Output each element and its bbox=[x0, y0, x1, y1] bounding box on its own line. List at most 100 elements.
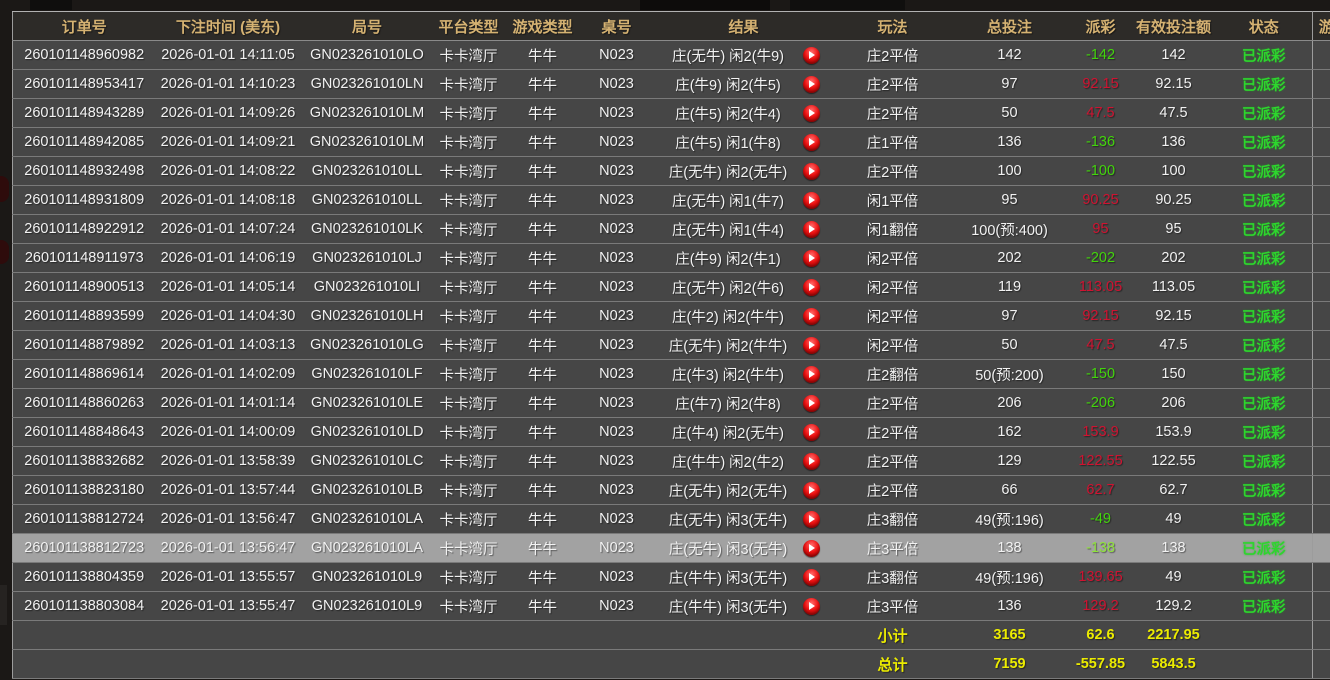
summary-spacer-cell bbox=[13, 650, 836, 679]
table-no-cell: N023 bbox=[582, 41, 652, 70]
round-id-cell: GN023261010LA bbox=[301, 534, 434, 563]
table-row[interactable]: 260101138812724 2026-01-01 13:56:47 GN02… bbox=[13, 505, 1330, 534]
round-id-cell: GN023261010LM bbox=[301, 99, 434, 128]
round-id-cell: GN023261010LE bbox=[301, 389, 434, 418]
result-cell: 庄(牛7) 闲2(牛8) bbox=[652, 389, 836, 418]
result-text: 庄(无牛) 闲2(无牛) bbox=[654, 161, 803, 182]
play-icon[interactable] bbox=[803, 105, 820, 122]
valid-bet-cell: 150 bbox=[1132, 360, 1216, 389]
play-icon[interactable] bbox=[803, 569, 820, 586]
table-row[interactable]: 260101148900513 2026-01-01 14:05:14 GN02… bbox=[13, 273, 1330, 302]
play-icon[interactable] bbox=[803, 540, 820, 557]
table-row[interactable]: 260101148879892 2026-01-01 14:03:13 GN02… bbox=[13, 331, 1330, 360]
game-cell bbox=[1313, 447, 1330, 476]
game-cell bbox=[1313, 99, 1330, 128]
status-cell: 已派彩 bbox=[1216, 331, 1313, 360]
round-id-cell: GN023261010LK bbox=[301, 215, 434, 244]
round-id-cell: GN023261010L9 bbox=[301, 563, 434, 592]
total-bet-cell: 50 bbox=[950, 331, 1070, 360]
order-id-cell: 260101148911973 bbox=[13, 244, 156, 273]
play-icon[interactable] bbox=[803, 424, 820, 441]
result-text: 庄(牛3) 闲2(牛牛) bbox=[654, 364, 803, 385]
game-cell bbox=[1313, 476, 1330, 505]
status-cell: 已派彩 bbox=[1216, 99, 1313, 128]
play-icon[interactable] bbox=[803, 598, 820, 615]
table-row[interactable]: 260101148893599 2026-01-01 14:04:30 GN02… bbox=[13, 302, 1330, 331]
table-row[interactable]: 260101138812723 2026-01-01 13:56:47 GN02… bbox=[13, 534, 1330, 563]
payout-cell: 113.05 bbox=[1070, 273, 1132, 302]
round-id-cell: GN023261010LD bbox=[301, 418, 434, 447]
table-no-cell: N023 bbox=[582, 534, 652, 563]
payout-cell: 95 bbox=[1070, 215, 1132, 244]
payout-cell: 62.7 bbox=[1070, 476, 1132, 505]
round-id-cell: GN023261010LM bbox=[301, 128, 434, 157]
play-icon[interactable] bbox=[803, 221, 820, 238]
play-icon[interactable] bbox=[803, 76, 820, 93]
play-icon[interactable] bbox=[803, 337, 820, 354]
round-id-cell: GN023261010LI bbox=[301, 273, 434, 302]
table-no-cell: N023 bbox=[582, 244, 652, 273]
platform-cell: 卡卡湾厅 bbox=[434, 244, 504, 273]
play-icon[interactable] bbox=[803, 366, 820, 383]
platform-cell: 卡卡湾厅 bbox=[434, 389, 504, 418]
table-row[interactable]: 260101138803084 2026-01-01 13:55:47 GN02… bbox=[13, 592, 1330, 621]
play-icon[interactable] bbox=[803, 192, 820, 209]
table-row[interactable]: 260101148953417 2026-01-01 14:10:23 GN02… bbox=[13, 70, 1330, 99]
summary-row: 小计 3165 62.6 2217.95 bbox=[13, 621, 1330, 650]
status-cell: 已派彩 bbox=[1216, 389, 1313, 418]
table-row[interactable]: 260101148943289 2026-01-01 14:09:26 GN02… bbox=[13, 99, 1330, 128]
payout-cell: -49 bbox=[1070, 505, 1132, 534]
order-id-cell: 260101148953417 bbox=[13, 70, 156, 99]
total-bet-cell: 136 bbox=[950, 128, 1070, 157]
valid-bet-cell: 100 bbox=[1132, 157, 1216, 186]
game-type-cell: 牛牛 bbox=[504, 563, 582, 592]
play-icon[interactable] bbox=[803, 453, 820, 470]
table-row[interactable]: 260101138804359 2026-01-01 13:55:57 GN02… bbox=[13, 563, 1330, 592]
table-row[interactable]: 260101148848643 2026-01-01 14:00:09 GN02… bbox=[13, 418, 1330, 447]
result-text: 庄(无牛) 闲1(牛7) bbox=[654, 190, 803, 211]
total-bet-cell: 136 bbox=[950, 592, 1070, 621]
result-text: 庄(无牛) 闲2(牛牛) bbox=[654, 335, 803, 356]
table-row[interactable]: 260101148860263 2026-01-01 14:01:14 GN02… bbox=[13, 389, 1330, 418]
table-row[interactable]: 260101148942085 2026-01-01 14:09:21 GN02… bbox=[13, 128, 1330, 157]
bet-time-cell: 2026-01-01 14:03:13 bbox=[156, 331, 301, 360]
platform-cell: 卡卡湾厅 bbox=[434, 331, 504, 360]
play-triangle bbox=[809, 544, 815, 552]
column-header-3: 局号 bbox=[301, 12, 434, 41]
table-row[interactable]: 260101148960982 2026-01-01 14:11:05 GN02… bbox=[13, 41, 1330, 70]
table-row[interactable]: 260101148922912 2026-01-01 14:07:24 GN02… bbox=[13, 215, 1330, 244]
table-row[interactable]: 260101148911973 2026-01-01 14:06:19 GN02… bbox=[13, 244, 1330, 273]
play-icon[interactable] bbox=[803, 511, 820, 528]
result-cell: 庄(无牛) 闲1(牛4) bbox=[652, 215, 836, 244]
play-icon[interactable] bbox=[803, 134, 820, 151]
play-icon[interactable] bbox=[803, 482, 820, 499]
table-no-cell: N023 bbox=[582, 99, 652, 128]
table-no-cell: N023 bbox=[582, 447, 652, 476]
play-icon[interactable] bbox=[803, 279, 820, 296]
table-row[interactable]: 260101138823180 2026-01-01 13:57:44 GN02… bbox=[13, 476, 1330, 505]
play-icon[interactable] bbox=[803, 308, 820, 325]
play-icon[interactable] bbox=[803, 47, 820, 64]
bet-time-cell: 2026-01-01 13:57:44 bbox=[156, 476, 301, 505]
table-row[interactable]: 260101148869614 2026-01-01 14:02:09 GN02… bbox=[13, 360, 1330, 389]
bet-time-cell: 2026-01-01 13:58:39 bbox=[156, 447, 301, 476]
platform-cell: 卡卡湾厅 bbox=[434, 592, 504, 621]
table-footer: 小计 3165 62.6 2217.95 总计 7159 -557.85 584… bbox=[13, 621, 1330, 679]
game-type-cell: 牛牛 bbox=[504, 592, 582, 621]
table-row[interactable]: 260101148932498 2026-01-01 14:08:22 GN02… bbox=[13, 157, 1330, 186]
order-id-cell: 260101138804359 bbox=[13, 563, 156, 592]
play-icon[interactable] bbox=[803, 250, 820, 267]
table-row[interactable]: 260101138832682 2026-01-01 13:58:39 GN02… bbox=[13, 447, 1330, 476]
game-cell bbox=[1313, 186, 1330, 215]
status-cell: 已派彩 bbox=[1216, 70, 1313, 99]
bet-method-cell: 庄2平倍 bbox=[836, 389, 950, 418]
column-header-1: 订单号 bbox=[13, 12, 156, 41]
valid-bet-cell: 49 bbox=[1132, 563, 1216, 592]
play-icon[interactable] bbox=[803, 163, 820, 180]
table-row[interactable]: 260101148931809 2026-01-01 14:08:18 GN02… bbox=[13, 186, 1330, 215]
table-header-row: 订单号下注时间 (美东)局号平台类型游戏类型桌号结果玩法总投注派彩有效投注额状态… bbox=[13, 12, 1330, 41]
bet-records-table: 订单号下注时间 (美东)局号平台类型游戏类型桌号结果玩法总投注派彩有效投注额状态… bbox=[12, 11, 1330, 679]
play-icon[interactable] bbox=[803, 395, 820, 412]
valid-bet-cell: 153.9 bbox=[1132, 418, 1216, 447]
order-id-cell: 260101138823180 bbox=[13, 476, 156, 505]
